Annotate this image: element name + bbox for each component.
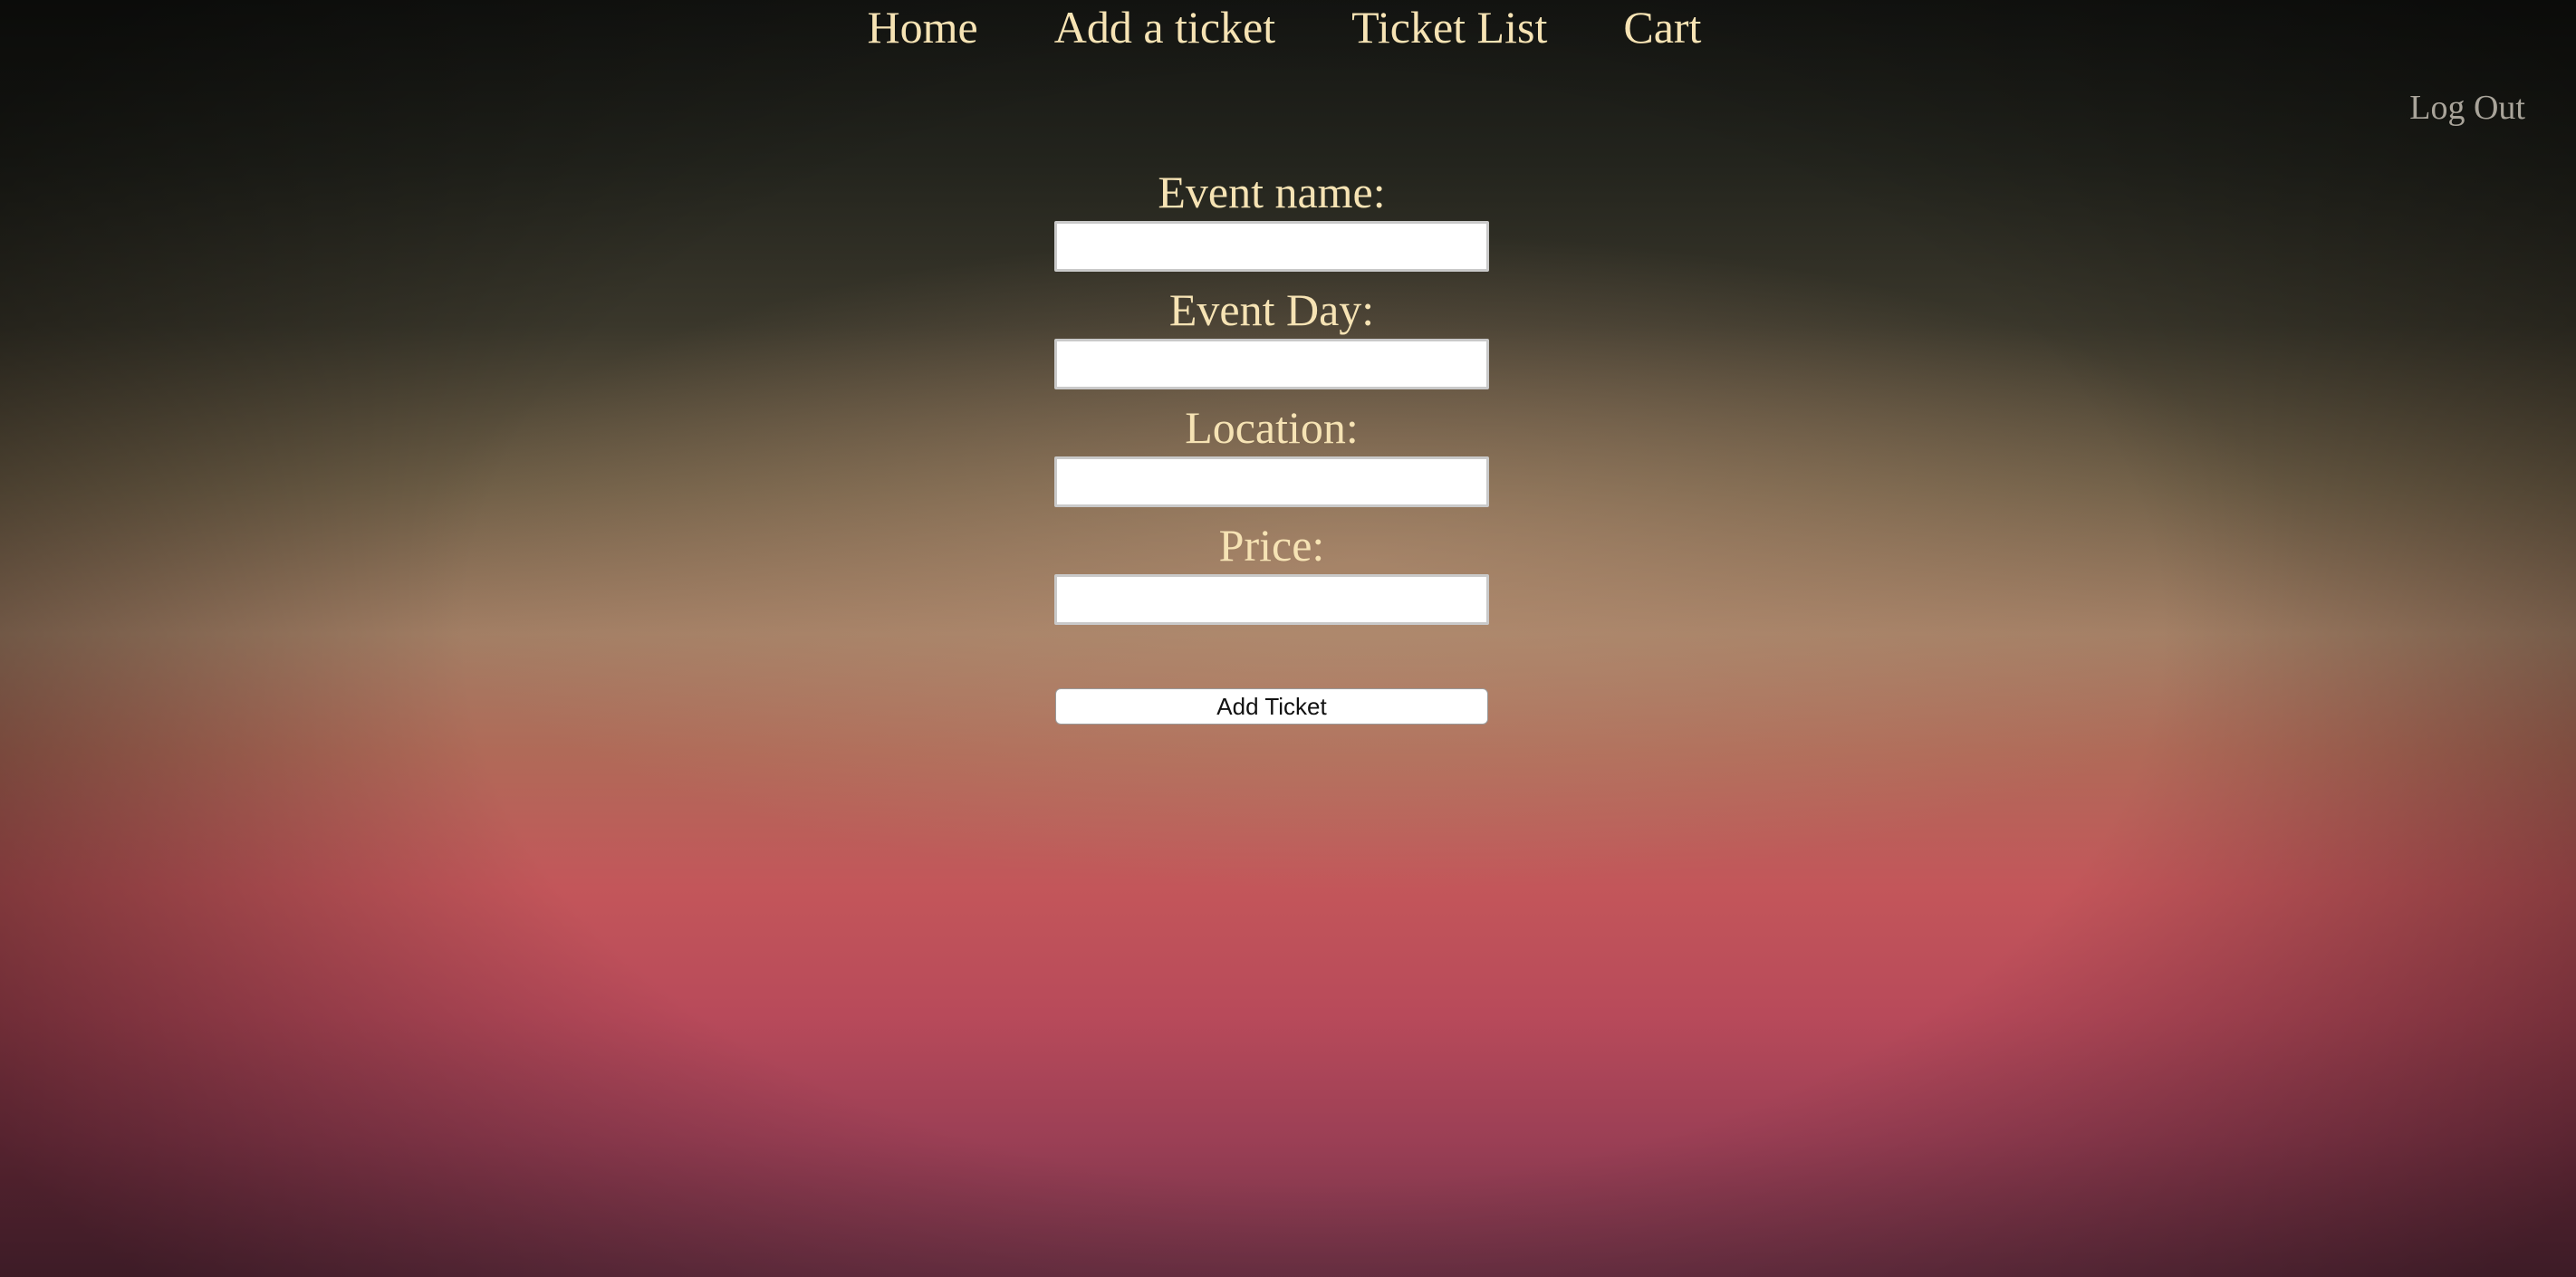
event-day-label: Event Day:: [1168, 284, 1375, 335]
nav-cart-link[interactable]: Cart: [1623, 2, 1701, 56]
location-input[interactable]: [1054, 456, 1489, 507]
top-nav: Home Add a ticket Ticket List Cart: [0, 0, 2576, 56]
nav-home-link[interactable]: Home: [868, 2, 978, 56]
add-ticket-button[interactable]: Add Ticket: [1055, 688, 1488, 725]
location-label: Location:: [1185, 402, 1359, 453]
event-name-input[interactable]: [1054, 221, 1489, 272]
nav-ticket-list-link[interactable]: Ticket List: [1351, 2, 1547, 56]
price-label: Price:: [1218, 520, 1325, 571]
add-ticket-form: Event name: Event Day: Location: Price: …: [1054, 163, 1489, 725]
event-name-label: Event name:: [1158, 167, 1386, 217]
logout-link[interactable]: Log Out: [2409, 87, 2525, 129]
nav-add-ticket-link[interactable]: Add a ticket: [1054, 2, 1275, 56]
event-day-input[interactable]: [1054, 339, 1489, 389]
price-input[interactable]: [1054, 574, 1489, 625]
